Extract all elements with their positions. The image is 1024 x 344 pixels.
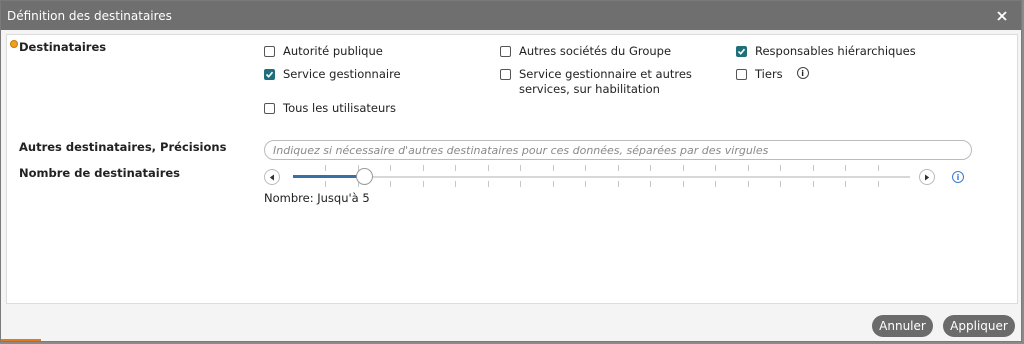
option-label: Service gestionnaire et autres services,… xyxy=(519,67,692,96)
caret-right-icon xyxy=(925,174,930,180)
option-tiers[interactable]: Tiers i xyxy=(736,67,809,82)
slider-tick xyxy=(878,165,879,171)
slider-tick xyxy=(748,181,749,187)
option-label: Tous les utilisateurs xyxy=(283,101,396,115)
option-autres-societes[interactable]: Autres sociétés du Groupe xyxy=(500,44,671,59)
slider-tick xyxy=(813,165,814,171)
slider-tick xyxy=(683,165,684,171)
required-marker-icon xyxy=(10,40,18,48)
option-label: Autres sociétés du Groupe xyxy=(519,44,672,58)
slider-tick xyxy=(618,165,619,171)
apply-button[interactable]: Appliquer xyxy=(943,315,1015,337)
option-label: Tiers xyxy=(755,67,783,81)
slider-track xyxy=(293,176,910,178)
slider-tick xyxy=(585,165,586,171)
checkbox[interactable] xyxy=(736,69,747,80)
checkbox[interactable] xyxy=(736,46,747,57)
slider-fill xyxy=(293,175,364,178)
slider-tick xyxy=(618,181,619,187)
slider-tick xyxy=(748,165,749,171)
info-icon[interactable]: i xyxy=(952,171,964,183)
cancel-button[interactable]: Annuler xyxy=(872,315,933,337)
recipients-label: Destinataires xyxy=(19,40,107,54)
dialog-titlebar: Définition des destinataires xyxy=(1,1,1021,30)
info-icon[interactable]: i xyxy=(796,67,809,79)
dialog-body: Destinataires Autorité publique Autres s… xyxy=(6,34,1018,304)
accent-bar xyxy=(1,339,41,341)
slider-tick xyxy=(683,181,684,187)
recipient-count-label: Nombre de destinataires xyxy=(19,166,181,180)
slider-tick xyxy=(520,181,521,187)
option-label: Service gestionnaire xyxy=(283,67,401,81)
option-responsables-hierarchiques[interactable]: Responsables hiérarchiques xyxy=(736,44,916,59)
slider-increase-button[interactable] xyxy=(919,169,935,185)
slider-tick xyxy=(650,165,651,171)
option-service-gestionnaire-autres[interactable]: Service gestionnaire et autres services,… xyxy=(500,67,700,97)
slider-tick xyxy=(715,165,716,171)
slider-tick xyxy=(520,165,521,171)
recipient-count-slider[interactable] xyxy=(293,165,910,187)
checkbox[interactable] xyxy=(500,69,511,80)
slider-tick xyxy=(553,165,554,171)
dialog-title: Définition des destinataires xyxy=(7,8,172,23)
checkbox[interactable] xyxy=(264,46,275,57)
close-icon[interactable] xyxy=(993,7,1011,25)
slider-tick xyxy=(488,181,489,187)
option-tous-utilisateurs[interactable]: Tous les utilisateurs xyxy=(264,101,396,116)
slider-tick xyxy=(390,165,391,171)
slider-tick xyxy=(423,181,424,187)
checkbox[interactable] xyxy=(264,69,275,80)
checkbox[interactable] xyxy=(500,46,511,57)
slider-handle[interactable] xyxy=(356,168,373,185)
checkbox[interactable] xyxy=(264,103,275,114)
slider-tick xyxy=(878,181,879,187)
slider-tick xyxy=(780,181,781,187)
slider-tick xyxy=(325,165,326,171)
slider-tick xyxy=(455,165,456,171)
option-label: Responsables hiérarchiques xyxy=(755,44,916,58)
slider-decrease-button[interactable] xyxy=(264,169,280,185)
recipient-count-value: Nombre: Jusqu'à 5 xyxy=(264,191,370,205)
slider-tick xyxy=(585,181,586,187)
other-recipients-label: Autres destinataires, Précisions xyxy=(19,140,227,154)
slider-tick xyxy=(845,181,846,187)
other-recipients-input[interactable] xyxy=(264,140,972,160)
option-label: Autorité publique xyxy=(283,44,383,58)
slider-tick xyxy=(455,181,456,187)
slider-tick xyxy=(553,181,554,187)
slider-tick xyxy=(423,165,424,171)
slider-tick xyxy=(650,181,651,187)
slider-tick xyxy=(780,165,781,171)
caret-left-icon xyxy=(269,174,274,180)
slider-tick xyxy=(813,181,814,187)
recipients-dialog: Définition des destinataires Destinatair… xyxy=(0,0,1022,342)
slider-tick xyxy=(845,165,846,171)
slider-tick xyxy=(390,181,391,187)
slider-tick xyxy=(325,181,326,187)
option-autorite-publique[interactable]: Autorité publique xyxy=(264,44,383,59)
slider-tick xyxy=(715,181,716,187)
option-service-gestionnaire[interactable]: Service gestionnaire xyxy=(264,67,401,82)
slider-tick xyxy=(488,165,489,171)
